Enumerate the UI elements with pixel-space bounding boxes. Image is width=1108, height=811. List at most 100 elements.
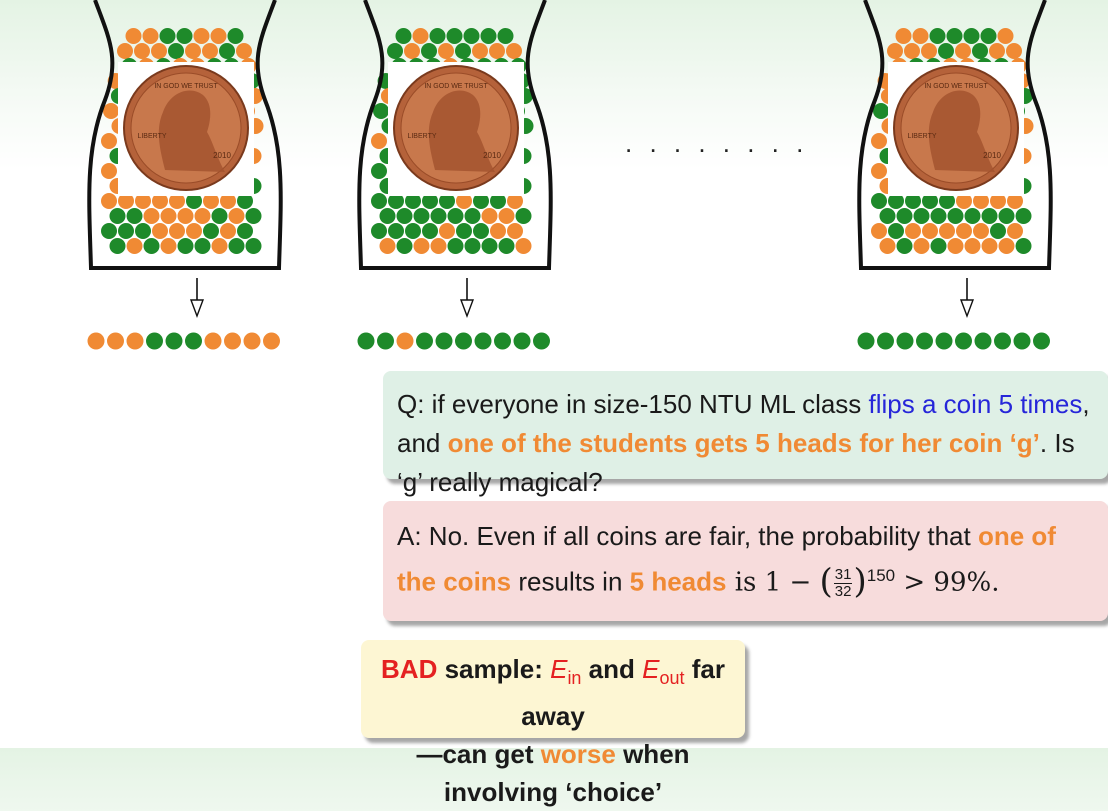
marble <box>922 223 938 239</box>
summary-box: BAD sample: Ein and Eout far away —can g… <box>361 640 745 807</box>
marble <box>998 208 1015 224</box>
marble <box>101 193 117 209</box>
sample-marble <box>455 332 472 350</box>
marble <box>947 208 964 224</box>
sample-marble <box>435 332 453 350</box>
marble <box>921 43 937 59</box>
penny-coin-icon: IN GOD WE TRUST LIBERTY 2010 <box>893 65 1019 191</box>
marble <box>373 103 389 119</box>
marble <box>160 208 177 224</box>
marble <box>946 28 963 44</box>
marble <box>228 238 245 254</box>
marble <box>169 223 185 239</box>
summary-line-1: BAD sample: Ein and Eout far away <box>361 650 745 735</box>
marble <box>896 238 913 254</box>
marble <box>997 28 1014 44</box>
coin-year: 2010 <box>983 151 1001 160</box>
marble <box>109 208 126 224</box>
marble <box>109 238 126 254</box>
answer-prefix: A: No. Even if all coins are fair, the p… <box>397 521 978 551</box>
answer-highlight-heads: 5 heads <box>629 566 727 597</box>
marble <box>371 193 387 209</box>
marble <box>379 208 396 224</box>
marble <box>939 223 955 239</box>
marble <box>498 208 515 224</box>
marble <box>210 28 227 44</box>
marble <box>887 43 903 59</box>
marble <box>973 223 989 239</box>
marble <box>912 28 929 44</box>
penny-coin-icon: IN GOD WE TRUST LIBERTY 2010 <box>123 65 249 191</box>
marble <box>101 133 117 149</box>
marble <box>159 28 176 44</box>
summary-and: and <box>581 654 643 684</box>
marble <box>871 193 887 209</box>
sample-marble <box>1013 332 1031 350</box>
marble <box>396 238 413 254</box>
marble <box>143 238 160 254</box>
sample-marble <box>87 332 105 350</box>
marble <box>463 28 480 44</box>
marble <box>220 223 236 239</box>
summary-sample-label: sample: <box>437 654 551 684</box>
marble <box>930 208 947 224</box>
sample-marble <box>474 332 492 350</box>
marble <box>388 223 404 239</box>
coin-jars-illustration: IN GOD WE TRUSTLIBERTY2010IN GOD WE TRUS… <box>87 0 1053 350</box>
sample-marble <box>377 332 394 350</box>
marble <box>219 43 235 59</box>
formula-exponent: 150 <box>866 566 896 585</box>
marble <box>404 43 420 59</box>
marble <box>964 208 981 224</box>
coin-year: 2010 <box>483 151 501 160</box>
marble <box>126 238 143 254</box>
marble <box>412 28 429 44</box>
coin-motto: IN GOD WE TRUST <box>424 83 488 90</box>
marble <box>245 238 262 254</box>
coin-motto: IN GOD WE TRUST <box>924 83 988 90</box>
marble <box>507 223 523 239</box>
marble <box>387 43 403 59</box>
marble <box>379 238 396 254</box>
question-highlight-flips: flips a coin 5 times <box>868 389 1083 419</box>
marble <box>879 208 896 224</box>
summary-line-2: —can get worse when involving ‘choice’ <box>361 735 745 811</box>
marble <box>895 28 912 44</box>
marble <box>236 43 252 59</box>
formula-close-paren: ) <box>853 561 867 602</box>
marble <box>489 43 505 59</box>
marble <box>371 223 387 239</box>
formula-fraction: 31 32 <box>833 567 853 600</box>
marble <box>371 133 387 149</box>
marble <box>1015 208 1032 224</box>
marble <box>103 103 119 119</box>
marble-jar: IN GOD WE TRUST LIBERTY 2010 <box>857 0 1053 350</box>
marble <box>515 208 532 224</box>
marble <box>480 28 497 44</box>
marble <box>980 28 997 44</box>
marble <box>873 103 889 119</box>
sample-marble <box>243 332 261 350</box>
marble <box>481 238 498 254</box>
marble <box>438 43 454 59</box>
marble <box>371 163 387 179</box>
e-in-symbol: E <box>550 654 568 684</box>
marble <box>1006 43 1022 59</box>
marble <box>142 28 159 44</box>
marble <box>186 223 202 239</box>
coin-motto: IN GOD WE TRUST <box>154 83 218 90</box>
marble <box>929 28 946 44</box>
marble <box>972 43 988 59</box>
sample-marble <box>185 332 202 350</box>
marble <box>177 208 194 224</box>
sample-marble <box>494 332 511 350</box>
marble <box>211 208 228 224</box>
summary-can-get: —can get <box>416 739 541 770</box>
marble <box>998 238 1015 254</box>
marble <box>126 208 143 224</box>
marble <box>1007 223 1023 239</box>
marble <box>490 223 506 239</box>
marble <box>938 43 954 59</box>
summary-bad: BAD <box>381 654 438 684</box>
marble <box>101 163 117 179</box>
